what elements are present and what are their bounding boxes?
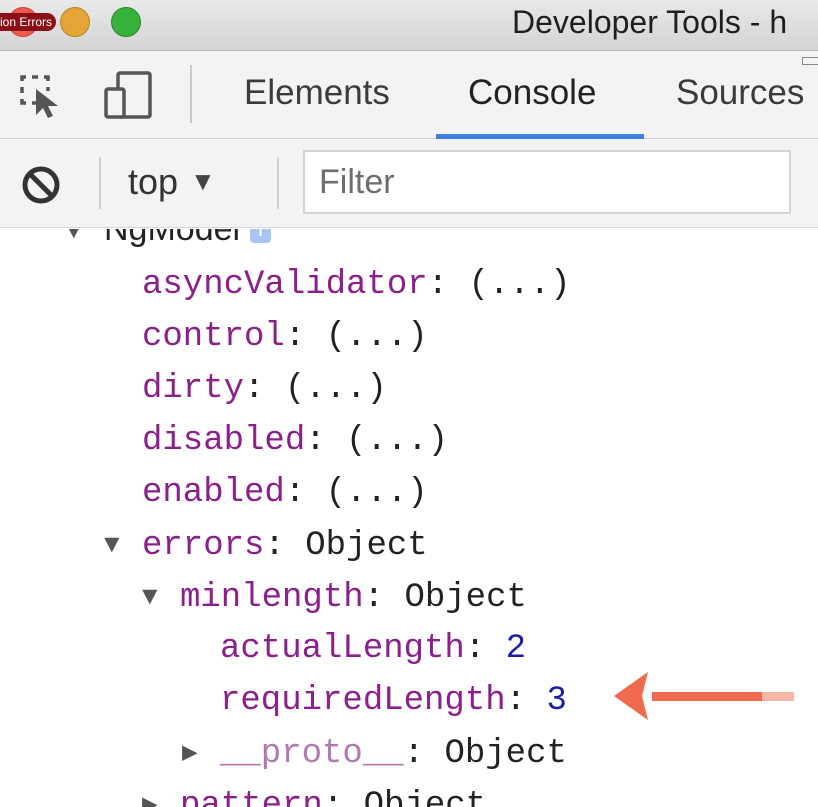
tree-property[interactable]: requiredLength: 3 [220, 675, 567, 727]
property-separator: : [284, 474, 306, 512]
devtools-tabs-toolbar: Elements Console Sources [0, 51, 818, 139]
tree-property[interactable]: actualLength: 2 [220, 623, 526, 675]
property-value: Object [444, 735, 567, 773]
expand-triangle-icon[interactable]: ▼ [104, 519, 142, 571]
property-separator: : [284, 318, 306, 356]
property-key: control [142, 318, 285, 356]
tree-property[interactable]: control: (...) [142, 311, 428, 363]
inspect-element-icon[interactable] [16, 69, 68, 121]
property-key: enabled [142, 474, 285, 512]
property-key: minlength [180, 579, 364, 617]
tree-node-minlength[interactable]: ▼ minlength: Object [142, 571, 527, 623]
minimize-window-button[interactable] [60, 7, 90, 37]
property-separator: : [505, 682, 527, 720]
property-value: 3 [546, 682, 567, 720]
property-separator: : [322, 787, 344, 807]
object-class-name: NgModel [104, 229, 241, 248]
tree-node-ngmodel[interactable]: ▼NgModel i [66, 229, 271, 255]
property-separator: : [363, 579, 385, 617]
device-toolbar-icon[interactable] [102, 69, 154, 121]
tree-property[interactable]: disabled: (...) [142, 415, 448, 467]
tab-elements[interactable]: Elements [244, 73, 390, 113]
collapse-triangle-icon[interactable]: ▶ [182, 727, 220, 779]
console-filter-bar: top ▼ [0, 139, 818, 228]
property-separator: : [403, 735, 425, 773]
property-key: disabled [142, 422, 306, 460]
property-separator: : [264, 527, 285, 565]
window-titlebar: ion Errors Developer Tools - h [0, 0, 818, 51]
clear-console-icon[interactable] [20, 164, 62, 206]
property-key: asyncValidator [142, 266, 428, 304]
context-selector[interactable]: top ▼ [128, 161, 216, 203]
context-selector-value: top [128, 161, 179, 202]
tab-sources[interactable]: Sources [676, 73, 804, 113]
property-key: pattern [180, 787, 323, 807]
property-key: errors [142, 527, 265, 565]
property-value[interactable]: (...) [468, 266, 570, 304]
property-value: 2 [505, 630, 527, 668]
tree-node-errors[interactable]: ▼ errors: Object [104, 519, 428, 571]
toolbar-divider [190, 65, 192, 123]
chevron-down-icon: ▼ [190, 166, 216, 196]
property-separator: : [427, 266, 449, 304]
property-value: Object [305, 527, 428, 565]
property-value[interactable]: (...) [346, 422, 448, 460]
property-value[interactable]: (...) [326, 318, 428, 356]
property-key: requiredLength [220, 682, 506, 720]
property-separator: : [464, 630, 486, 668]
property-value: Object [404, 579, 527, 617]
property-key: dirty [142, 370, 245, 408]
browser-tab-label[interactable]: ion Errors [0, 13, 57, 31]
expand-triangle-icon[interactable]: ▼ [66, 229, 104, 257]
left-arrow-icon [614, 672, 794, 720]
tree-property[interactable]: dirty: (...) [142, 363, 387, 415]
tab-console[interactable]: Console [468, 73, 596, 113]
property-value[interactable]: (...) [285, 370, 387, 408]
collapse-triangle-icon[interactable]: ▶ [142, 779, 180, 807]
tree-property[interactable]: asyncValidator: (...) [142, 259, 571, 311]
property-value: Object [363, 787, 487, 807]
filter-input[interactable] [303, 150, 791, 214]
window-title: Developer Tools - h [512, 4, 788, 40]
expand-triangle-icon[interactable]: ▼ [142, 571, 180, 623]
tree-node-proto[interactable]: ▶ __proto__: Object [182, 727, 567, 779]
info-badge-icon[interactable]: i [250, 229, 271, 243]
property-separator: : [305, 422, 326, 460]
filterbar-divider [277, 157, 279, 209]
property-separator: : [244, 370, 265, 408]
tree-property[interactable]: enabled: (...) [142, 467, 428, 519]
property-key: __proto__ [220, 735, 404, 773]
tree-node-pattern[interactable]: ▶ pattern: Object [142, 779, 486, 807]
property-value[interactable]: (...) [326, 474, 428, 512]
overflow-indicator [802, 57, 818, 65]
maximize-window-button[interactable] [111, 7, 141, 37]
property-key: actualLength [220, 630, 465, 668]
filterbar-divider [99, 157, 101, 209]
